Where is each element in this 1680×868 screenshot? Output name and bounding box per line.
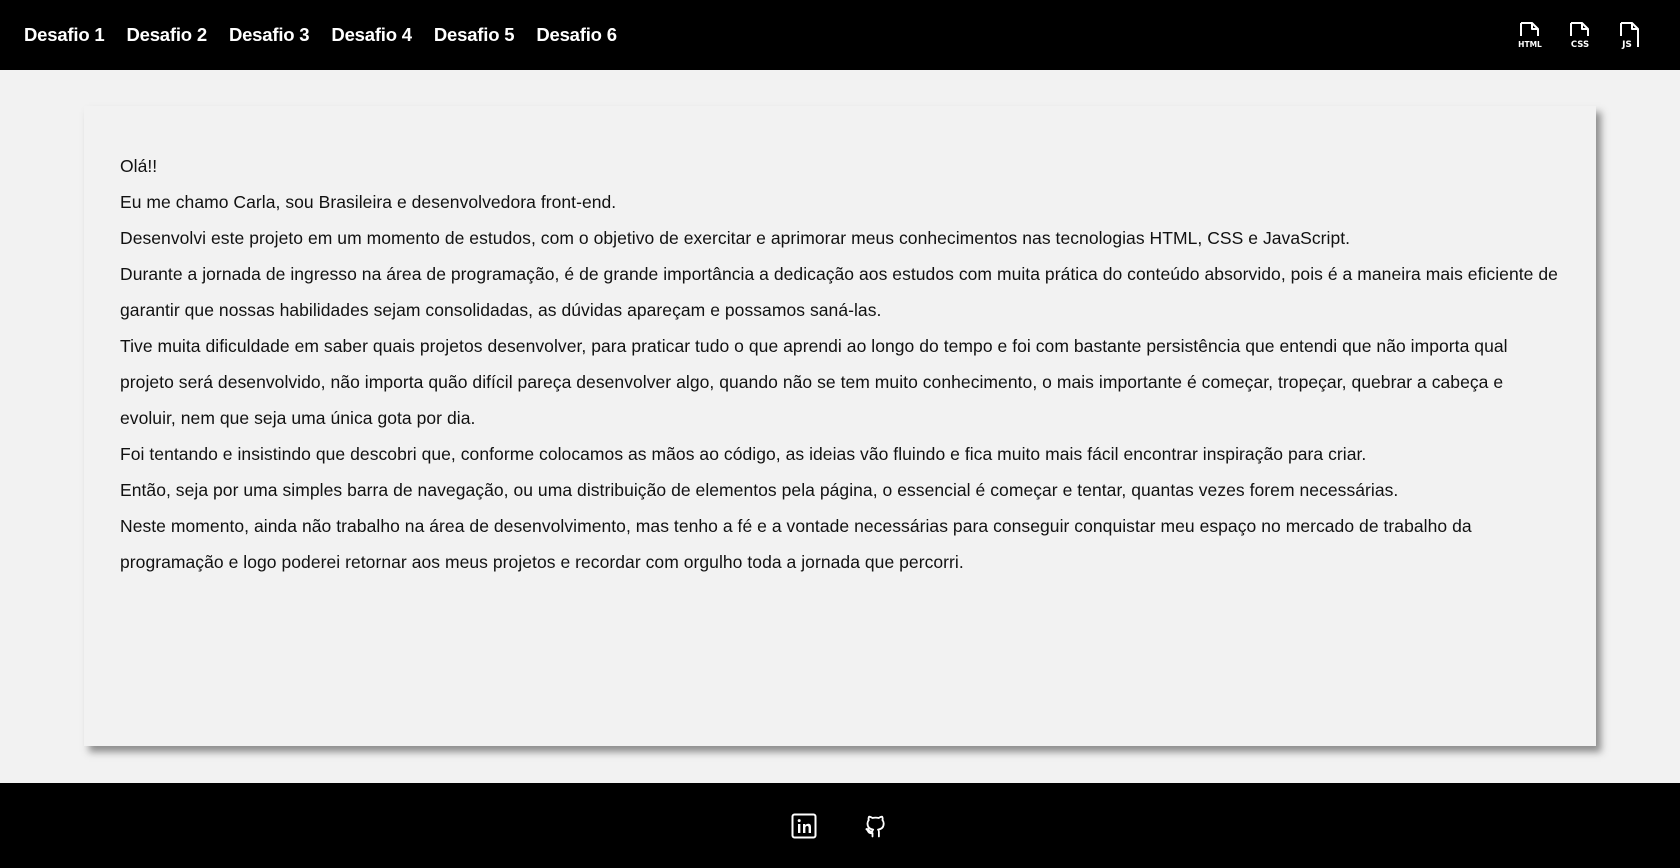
html-file-label: HTML: [1518, 40, 1542, 49]
nav-link-desafio-3[interactable]: Desafio 3: [229, 24, 310, 46]
github-icon: [865, 815, 885, 837]
linkedin-icon: [791, 813, 817, 838]
about-paragraph-7: Então, seja por uma simples barra de nav…: [120, 480, 1399, 500]
github-link[interactable]: [862, 812, 890, 840]
about-paragraph-5: Tive muita dificuldade em saber quais pr…: [120, 336, 1508, 428]
about-paragraph-8: Neste momento, ainda não trabalho na áre…: [120, 516, 1472, 572]
js-file-icon[interactable]: JS: [1616, 21, 1644, 49]
about-paragraph-2: Eu me chamo Carla, sou Brasileira e dese…: [120, 192, 617, 212]
about-paragraph-3: Desenvolvi este projeto em um momento de…: [120, 228, 1351, 248]
tech-icons: HTML CSS JS: [1516, 21, 1656, 49]
nav-link-desafio-5[interactable]: Desafio 5: [434, 24, 515, 46]
about-card: Olá!! Eu me chamo Carla, sou Brasileira …: [84, 106, 1596, 746]
html-file-icon[interactable]: HTML: [1516, 21, 1544, 49]
nav-link-desafio-4[interactable]: Desafio 4: [331, 24, 412, 46]
about-paragraph-4: Durante a jornada de ingresso na área de…: [120, 264, 1558, 320]
footer: [0, 783, 1680, 868]
css-file-label: CSS: [1571, 40, 1589, 49]
linkedin-link[interactable]: [790, 812, 818, 840]
js-file-label: JS: [1621, 40, 1632, 49]
about-paragraph-6: Foi tentando e insistindo que descobri q…: [120, 444, 1367, 464]
top-navbar: Desafio 1 Desafio 2 Desafio 3 Desafio 4 …: [0, 0, 1680, 70]
challenge-nav: Desafio 1 Desafio 2 Desafio 3 Desafio 4 …: [24, 24, 617, 46]
about-paragraph-1: Olá!!: [120, 156, 158, 176]
css-file-icon[interactable]: CSS: [1566, 21, 1594, 49]
nav-link-desafio-1[interactable]: Desafio 1: [24, 24, 105, 46]
nav-link-desafio-6[interactable]: Desafio 6: [536, 24, 617, 46]
nav-link-desafio-2[interactable]: Desafio 2: [126, 24, 207, 46]
